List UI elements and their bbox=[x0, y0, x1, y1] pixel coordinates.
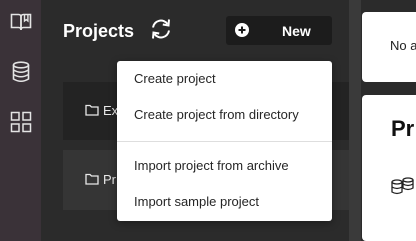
plus-circle-icon bbox=[235, 23, 249, 40]
menu-item-create-project[interactable]: Create project bbox=[117, 66, 332, 92]
project-name: Ex bbox=[103, 103, 119, 118]
icon-rail bbox=[0, 0, 41, 241]
info-card-text: No a bbox=[390, 38, 416, 53]
book-icon bbox=[10, 12, 32, 32]
project-name: Pr bbox=[103, 172, 116, 187]
panel-divider[interactable] bbox=[349, 0, 361, 241]
new-button-label: New bbox=[282, 23, 311, 39]
project-card-title: Pr bbox=[391, 116, 415, 141]
menu-item-create-from-directory[interactable]: Create project from directory bbox=[117, 102, 332, 128]
databases-icon bbox=[389, 176, 416, 201]
menu-item-import-sample[interactable]: Import sample project bbox=[117, 189, 332, 215]
menu-separator bbox=[117, 141, 332, 142]
folder-icon bbox=[85, 172, 99, 190]
menu-item-import-archive[interactable]: Import project from archive bbox=[117, 153, 332, 179]
project-card: Pr bbox=[362, 95, 416, 241]
new-project-menu: Create project Create project from direc… bbox=[117, 61, 332, 221]
rail-item-data[interactable] bbox=[0, 50, 41, 94]
rail-item-projects[interactable] bbox=[0, 0, 41, 44]
new-button[interactable]: New bbox=[226, 16, 332, 45]
database-icon bbox=[12, 61, 30, 83]
sync-button[interactable] bbox=[147, 17, 175, 45]
panel-title: Projects bbox=[63, 21, 135, 41]
info-card: No a bbox=[362, 12, 416, 82]
rail-item-apps[interactable] bbox=[0, 100, 41, 144]
grid-icon bbox=[10, 111, 32, 133]
folder-icon bbox=[85, 103, 99, 121]
sync-icon bbox=[149, 17, 173, 46]
